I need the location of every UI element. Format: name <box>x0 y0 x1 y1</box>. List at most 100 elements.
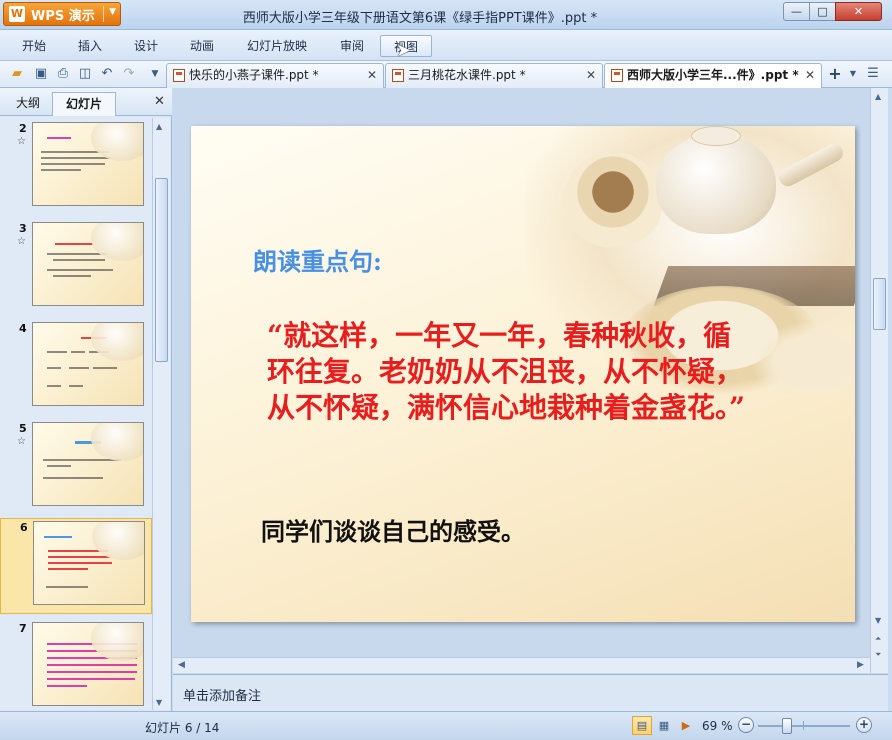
notes-pane[interactable]: 单击添加备注 <box>173 674 888 712</box>
save-icon[interactable]: ▣ <box>32 65 50 83</box>
thumbnail-slide-5[interactable]: 5 ☆ <box>0 420 152 516</box>
slide-number: 4 <box>19 322 27 335</box>
thumbnail-slide-2[interactable]: 2 ☆ <box>0 120 152 216</box>
scrollbar-thumb[interactable] <box>873 278 886 330</box>
menu-item-animation[interactable]: 动画 <box>184 35 220 57</box>
teapot-lid-graphic <box>691 126 741 146</box>
zoom-out-button[interactable]: − <box>738 717 754 733</box>
slideshow-view-icon[interactable]: ▶ <box>676 716 696 735</box>
wps-app-menu-button[interactable]: W WPS 演示 ▼ <box>3 2 121 26</box>
ppt-file-icon <box>173 69 185 82</box>
ppt-file-icon <box>392 69 404 82</box>
app-name: WPS 演示 <box>31 8 95 24</box>
thumbnail-slide-7[interactable]: 7 <box>0 620 152 710</box>
slide-editor: 朗读重点句: “就这样，一年又一年，春种秋收，循环往复。老奶奶从不沮丧，从不怀疑… <box>173 88 870 673</box>
thumbnail-slide-6[interactable]: 6 <box>0 518 152 614</box>
editor-vertical-scrollbar[interactable]: ▲ ▼ ⏶ ⏷ <box>870 88 888 673</box>
zoom-level: 69 % <box>702 719 733 733</box>
slide-thumbnail <box>32 322 144 406</box>
close-button[interactable]: ✕ <box>835 2 882 21</box>
tea-tin-graphic <box>563 152 663 252</box>
slide-thumbnail <box>32 422 144 506</box>
scroll-right-icon[interactable]: ▶ <box>857 660 864 670</box>
current-slide[interactable]: 朗读重点句: “就这样，一年又一年，春种秋收，循环往复。老奶奶从不沮丧，从不怀疑… <box>191 126 855 622</box>
slide-indicator: 幻灯片 6 / 14 <box>145 721 220 735</box>
status-bar: 幻灯片 6 / 14 ▤ ▦ ▶ 69 % − + <box>0 711 892 740</box>
scroll-up-icon[interactable]: ▲ <box>156 122 162 131</box>
doc-tab-3[interactable]: 西师大版小学三年...件》.ppt * ✕ <box>604 63 822 89</box>
notes-placeholder[interactable]: 单击添加备注 <box>183 685 261 704</box>
previous-slide-icon[interactable]: ⏶ <box>875 634 881 644</box>
menu-item-review[interactable]: 审阅 <box>334 35 370 57</box>
slide-heading[interactable]: 朗读重点句: <box>253 242 382 277</box>
close-tab-icon[interactable]: ✕ <box>586 64 596 87</box>
zoom-in-button[interactable]: + <box>856 717 872 733</box>
slide-number: 2 <box>19 122 27 135</box>
scroll-down-icon[interactable]: ▼ <box>875 616 881 625</box>
doc-tab-2[interactable]: 三月桃花水课件.ppt * ✕ <box>385 63 603 88</box>
redo-icon[interactable]: ↷ <box>120 65 138 83</box>
scroll-down-icon[interactable]: ▼ <box>156 698 162 707</box>
scrollbar-thumb[interactable] <box>155 178 168 362</box>
slide-prompt[interactable]: 同学们谈谈自己的感受。 <box>261 512 525 547</box>
slide-number: 3 <box>19 222 27 235</box>
normal-view-icon[interactable]: ▤ <box>632 716 652 735</box>
scroll-left-icon[interactable]: ◀ <box>178 660 185 670</box>
slide-quote[interactable]: “就这样，一年又一年，春种秋收，循环往复。老奶奶从不沮丧，从不怀疑，从不怀疑，满… <box>267 318 757 426</box>
slide-thumbnail <box>32 222 144 306</box>
animation-star-icon: ☆ <box>17 436 26 447</box>
editor-horizontal-scrollbar[interactable]: ◀ ▶ <box>173 657 870 673</box>
ppt-file-icon <box>611 69 623 82</box>
quick-access-toolbar: ▰ ▣ ⎙ ◫ ↶ ↷ ▼ 快乐的小燕子课件.ppt * ✕ 三月桃花水课件.p… <box>0 61 892 89</box>
close-panel-icon[interactable]: ✕ <box>154 94 165 109</box>
thumbnail-slide-4[interactable]: 4 <box>0 320 152 416</box>
new-tab-button[interactable]: + <box>826 65 844 83</box>
slide-number: 5 <box>19 422 27 435</box>
thumbnail-scrollbar[interactable]: ▲ ▼ <box>152 118 170 710</box>
menu-item-insert[interactable]: 插入 <box>72 35 108 57</box>
minimize-button[interactable]: — <box>783 2 810 21</box>
menu-item-slideshow[interactable]: 幻灯片放映 <box>240 35 314 57</box>
undo-icon[interactable]: ↶ <box>98 65 116 83</box>
close-tab-icon[interactable]: ✕ <box>805 64 815 87</box>
menu-item-home[interactable]: 开始 <box>16 35 52 57</box>
window-title: 西师大版小学三年级下册语文第6课《绿手指PPT课件》.ppt * <box>242 11 598 26</box>
menu-item-design[interactable]: 设计 <box>128 35 164 57</box>
thumbnail-slide-3[interactable]: 3 ☆ <box>0 220 152 316</box>
slide-thumbnail-list: 2 ☆ 3 ☆ 4 5 ☆ 6 7 <box>0 118 152 710</box>
mouse-cursor-icon: ➤ <box>396 40 412 61</box>
slide-number: 6 <box>20 521 28 534</box>
open-folder-icon[interactable]: ▰ <box>8 65 26 83</box>
divider <box>103 6 104 22</box>
doc-tab-label: 快乐的小燕子课件.ppt * <box>189 68 319 82</box>
slide-thumbnail <box>33 521 145 605</box>
maximize-button[interactable]: □ <box>809 2 836 21</box>
zoom-slider[interactable] <box>758 725 850 727</box>
print-icon[interactable]: ⎙ <box>54 65 72 83</box>
slide-number: 7 <box>19 622 27 635</box>
doc-tab-1[interactable]: 快乐的小燕子课件.ppt * ✕ <box>166 63 384 88</box>
doc-tab-label: 三月桃花水课件.ppt * <box>408 68 526 82</box>
next-slide-icon[interactable]: ⏷ <box>875 650 881 660</box>
print-preview-icon[interactable]: ◫ <box>76 65 94 83</box>
tab-list-icon[interactable]: ☰ <box>864 65 882 83</box>
teapot-graphic <box>656 134 776 234</box>
scroll-up-icon[interactable]: ▲ <box>875 92 881 101</box>
tab-slides[interactable]: 幻灯片 <box>52 92 116 116</box>
title-bar: W WPS 演示 ▼ 西师大版小学三年级下册语文第6课《绿手指PPT课件》.pp… <box>0 0 892 30</box>
chevron-down-icon: ▼ <box>109 7 116 17</box>
tab-outline[interactable]: 大纲 <box>6 92 50 116</box>
chevron-down-icon[interactable]: ▼ <box>844 65 862 83</box>
zoom-slider-midpoint <box>803 721 804 730</box>
menu-bar: 开始 插入 设计 动画 幻灯片放映 审阅 视图 ∨ ? ⚙ ▼ <box>0 30 892 83</box>
doc-tab-label: 西师大版小学三年...件》.ppt * <box>627 68 799 82</box>
panel-tabs: 大纲 幻灯片 ✕ <box>0 88 172 116</box>
slide-thumbnail <box>32 622 144 706</box>
dropdown-icon[interactable]: ▼ <box>146 65 164 83</box>
slide-thumbnail <box>32 122 144 206</box>
slide-sorter-view-icon[interactable]: ▦ <box>654 716 674 735</box>
animation-star-icon: ☆ <box>17 236 26 247</box>
slide-navigation-panel: 大纲 幻灯片 ✕ 2 ☆ 3 ☆ 4 5 ☆ 6 7 ▲ ▼ <box>0 88 172 711</box>
zoom-slider-handle[interactable] <box>782 718 792 734</box>
close-tab-icon[interactable]: ✕ <box>367 64 377 87</box>
